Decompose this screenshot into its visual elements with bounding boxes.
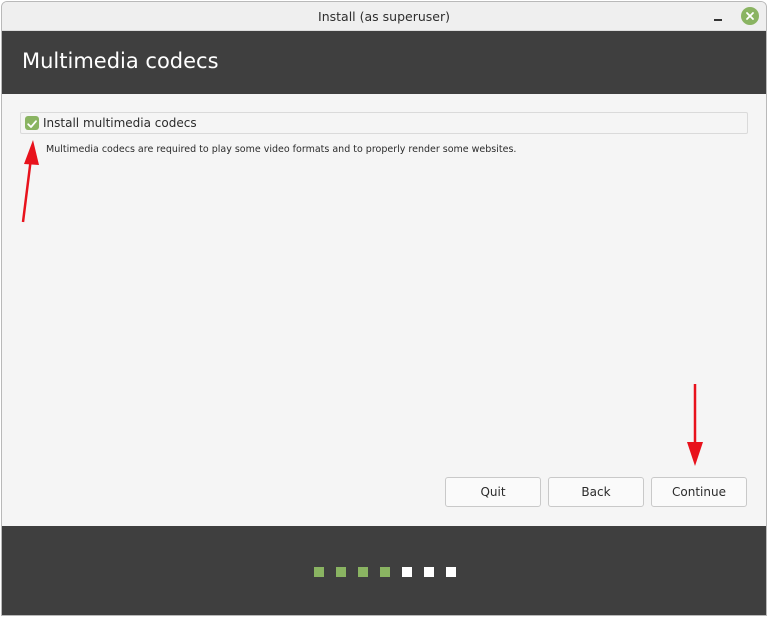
codecs-option-row[interactable]: Install multimedia codecs (20, 112, 748, 134)
window-title: Install (as superuser) (318, 9, 450, 24)
codecs-checkbox[interactable] (25, 116, 39, 130)
progress-dots (314, 567, 456, 577)
progress-dot-pending (402, 567, 412, 577)
progress-dot-complete (380, 567, 390, 577)
codecs-description: Multimedia codecs are required to play s… (46, 144, 517, 155)
progress-footer (2, 526, 766, 615)
progress-dot-complete (314, 567, 324, 577)
minimize-icon[interactable] (710, 7, 728, 25)
progress-dot-pending (446, 567, 456, 577)
page-title: Multimedia codecs (22, 49, 219, 73)
quit-button[interactable]: Quit (445, 477, 541, 507)
title-bar: Install (as superuser) (2, 2, 766, 31)
progress-dot-complete (358, 567, 368, 577)
page-header: Multimedia codecs (2, 31, 766, 94)
progress-dot-pending (424, 567, 434, 577)
annotation-arrow-down-icon (687, 384, 703, 466)
close-icon[interactable] (741, 7, 759, 25)
annotation-arrow-up-icon (21, 140, 39, 223)
progress-dot-complete (336, 567, 346, 577)
codecs-checkbox-label[interactable]: Install multimedia codecs (43, 116, 197, 130)
back-button[interactable]: Back (548, 477, 644, 507)
checkmark-icon (27, 120, 37, 128)
installer-window: Install (as superuser) Multimedia codecs… (1, 1, 767, 616)
continue-button[interactable]: Continue (651, 477, 747, 507)
content-area: Install multimedia codecs Multimedia cod… (2, 94, 766, 526)
